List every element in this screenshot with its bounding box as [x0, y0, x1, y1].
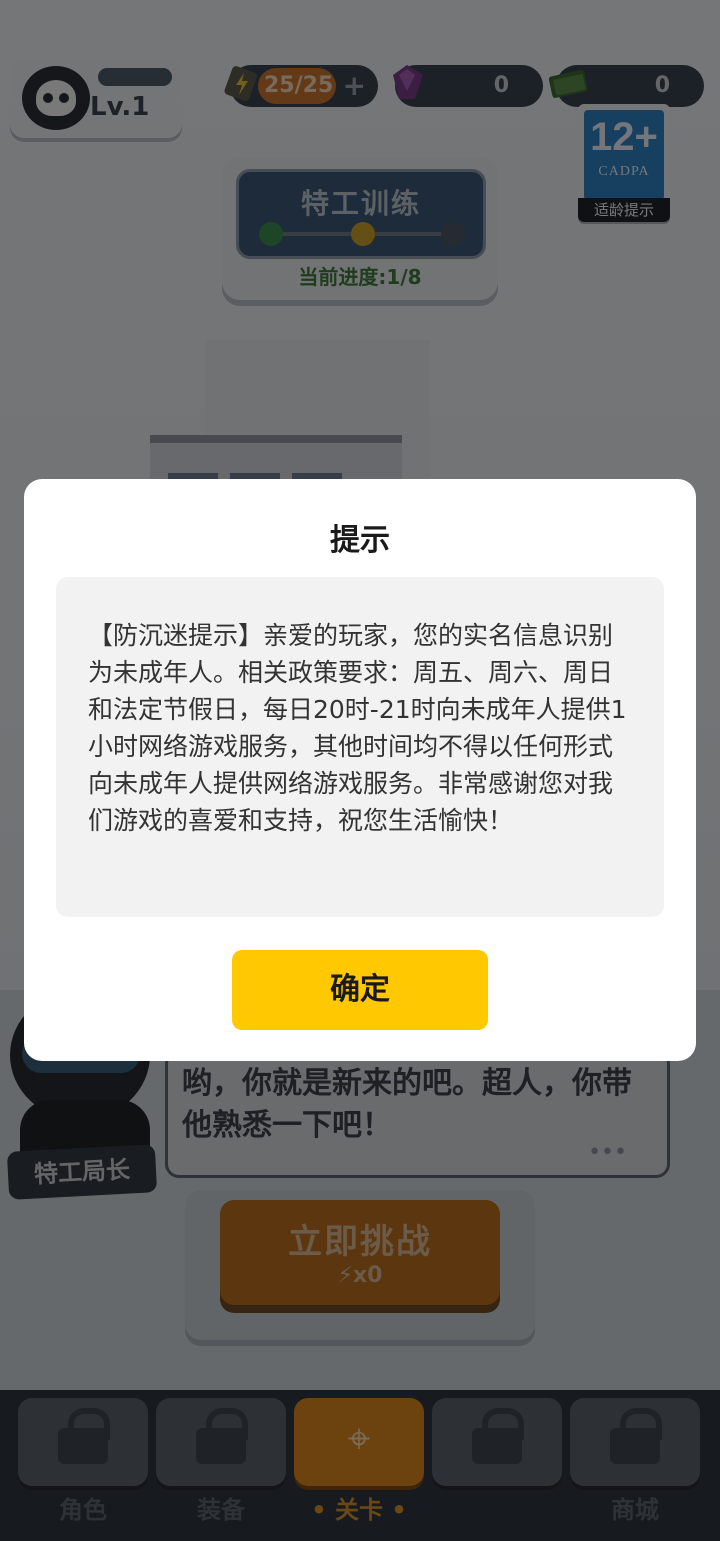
dialog-message: 【防沉迷提示】亲爱的玩家，您的实名信息识别为未成年人。相关政策要求：周五、周六、…: [88, 621, 627, 835]
confirm-button[interactable]: 确定: [232, 950, 488, 1030]
dialog-message-box: 【防沉迷提示】亲爱的玩家，您的实名信息识别为未成年人。相关政策要求：周五、周六、…: [56, 577, 664, 917]
dialog-title: 提示: [330, 523, 390, 558]
anti-addiction-dialog: 提示 【防沉迷提示】亲爱的玩家，您的实名信息识别为未成年人。相关政策要求：周五、…: [24, 479, 696, 1061]
